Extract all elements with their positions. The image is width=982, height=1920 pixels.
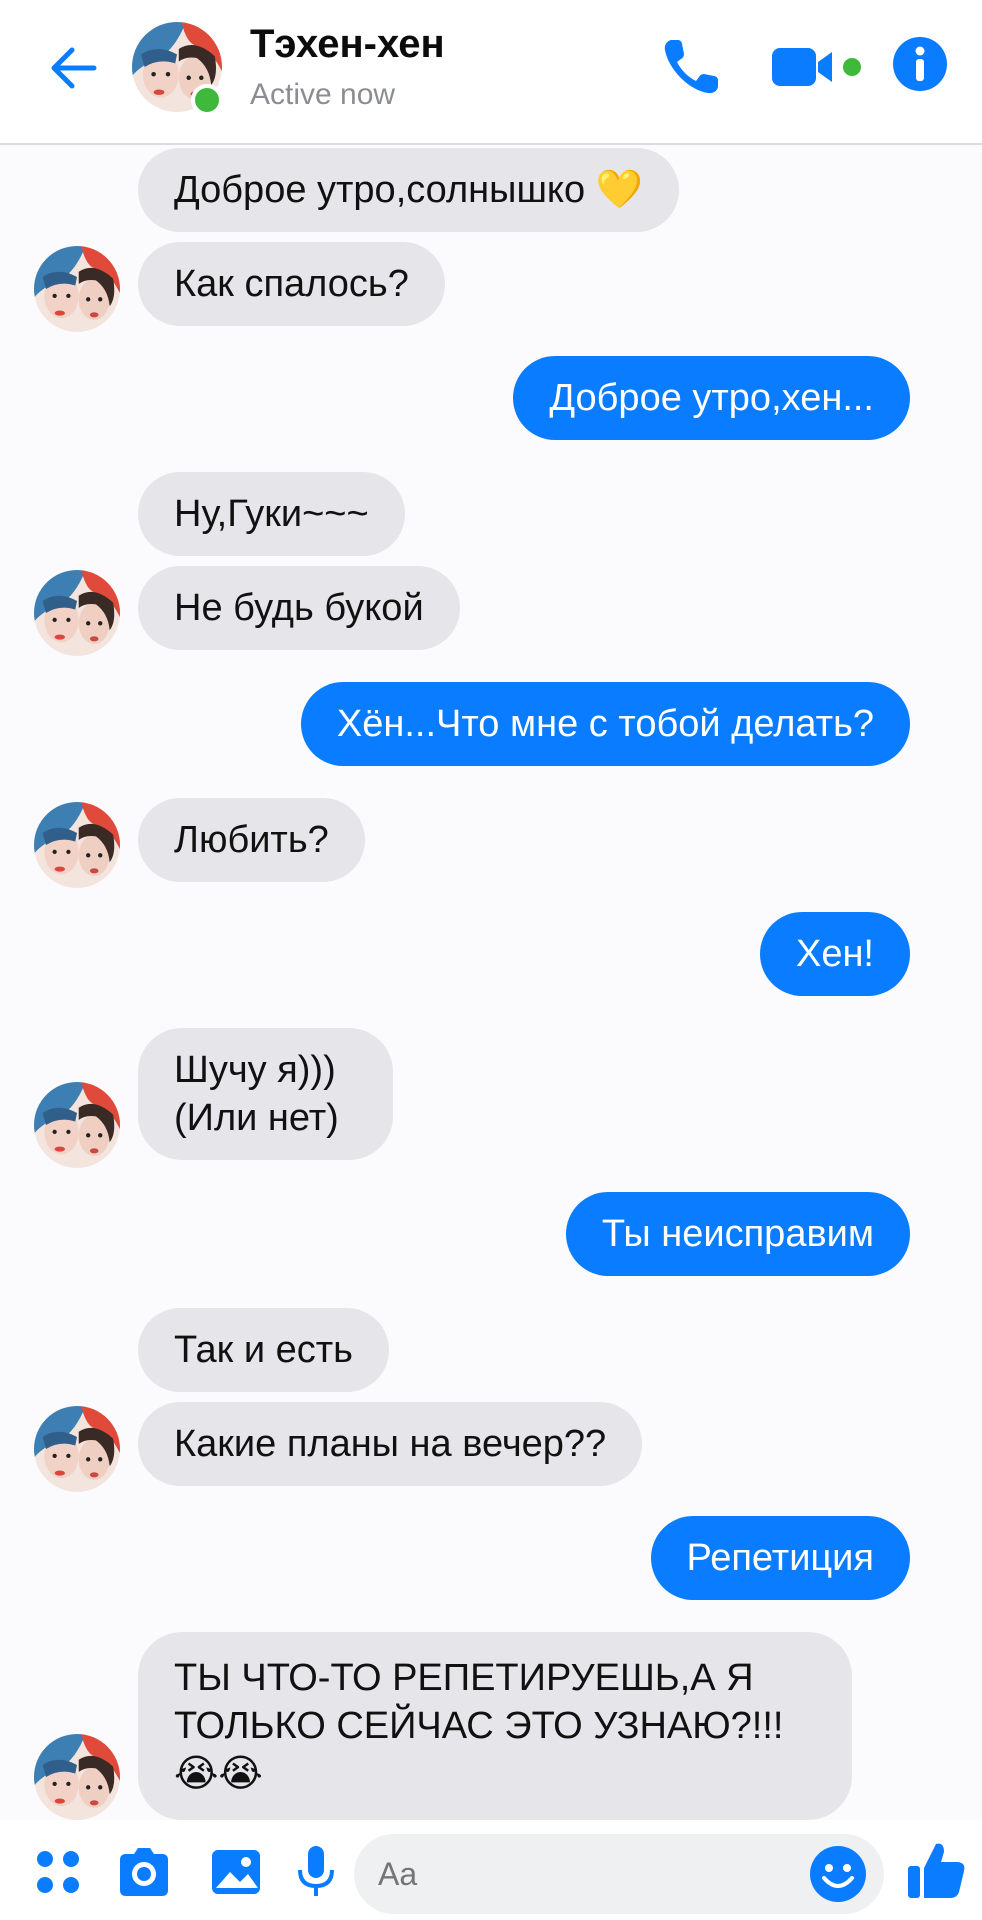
- message-text: Не будь букой: [174, 587, 424, 629]
- thumbs-up-icon[interactable]: [904, 1838, 968, 1902]
- message-incoming[interactable]: Шучу я))) (Или нет): [138, 1028, 393, 1160]
- camera-icon[interactable]: [114, 1842, 174, 1902]
- back-arrow-icon[interactable]: [44, 38, 104, 98]
- message-text: Хён...Что мне с тобой делать?: [336, 703, 874, 745]
- online-indicator: [191, 84, 223, 116]
- message-text-line: 😭😭: [174, 1753, 263, 1795]
- microphone-icon[interactable]: [286, 1842, 346, 1902]
- message-text: Ну,Гуки~~~: [174, 493, 369, 535]
- composer-bar: [0, 1820, 982, 1920]
- message-incoming[interactable]: Не будь букой: [138, 566, 460, 650]
- message-text-line: Шучу я))): [174, 1049, 336, 1091]
- message-incoming[interactable]: Любить?: [138, 798, 365, 882]
- chat-header: Тэхен-хен Active now: [0, 0, 982, 145]
- phone-icon[interactable]: [658, 34, 724, 100]
- message-outgoing[interactable]: Доброе утро,хен...: [513, 356, 910, 440]
- message-text: Так и есть: [174, 1329, 353, 1371]
- message-text: Репетиция: [686, 1537, 874, 1579]
- message-text-line: ТЫ ЧТО-ТО РЕПЕТИРУЕШЬ,А Я: [174, 1657, 754, 1699]
- contact-name[interactable]: Тэхен-хен: [250, 22, 445, 67]
- sender-avatar[interactable]: [34, 1406, 120, 1492]
- message-outgoing[interactable]: Репетиция: [650, 1516, 910, 1600]
- message-incoming[interactable]: Доброе утро,солнышко 💛: [138, 148, 679, 232]
- message-outgoing[interactable]: Ты неисправим: [565, 1192, 910, 1276]
- message-text: Ты неисправим: [601, 1213, 874, 1255]
- message-incoming[interactable]: Какие планы на вечер??: [138, 1402, 643, 1486]
- message-text-line: ТОЛЬКО СЕЙЧАС ЭТО УЗНАЮ?!!!: [174, 1705, 784, 1747]
- message-input[interactable]: [354, 1834, 884, 1914]
- message-incoming[interactable]: ТЫ ЧТО-ТО РЕПЕТИРУЕШЬ,А Я ТОЛЬКО СЕЙЧАС …: [138, 1632, 852, 1820]
- message-text: Какие планы на вечер??: [174, 1423, 607, 1465]
- message-text: Доброе утро,солнышко 💛: [174, 169, 643, 211]
- message-text: Хен!: [795, 933, 874, 975]
- message-incoming[interactable]: Ну,Гуки~~~: [138, 472, 405, 556]
- sender-avatar[interactable]: [34, 1082, 120, 1168]
- sender-avatar[interactable]: [34, 802, 120, 888]
- video-camera-icon[interactable]: [770, 42, 866, 92]
- message-incoming[interactable]: Как спалось?: [138, 242, 445, 326]
- sender-avatar[interactable]: [34, 570, 120, 656]
- message-text: Как спалось?: [174, 263, 409, 305]
- contact-status: Active now: [250, 78, 396, 111]
- message-outgoing[interactable]: Хён...Что мне с тобой делать?: [300, 682, 910, 766]
- message-text: Доброе утро,хен...: [549, 377, 874, 419]
- message-text-line: (Или нет): [174, 1097, 339, 1139]
- apps-grid-icon[interactable]: [28, 1842, 88, 1902]
- emoji-icon[interactable]: [808, 1844, 868, 1904]
- image-icon[interactable]: [206, 1842, 266, 1902]
- message-incoming[interactable]: Так и есть: [138, 1308, 389, 1392]
- message-outgoing[interactable]: Хен!: [759, 912, 910, 996]
- sender-avatar[interactable]: [34, 1734, 120, 1820]
- info-icon[interactable]: [892, 36, 948, 92]
- message-text: Любить?: [174, 819, 329, 861]
- sender-avatar[interactable]: [34, 246, 120, 332]
